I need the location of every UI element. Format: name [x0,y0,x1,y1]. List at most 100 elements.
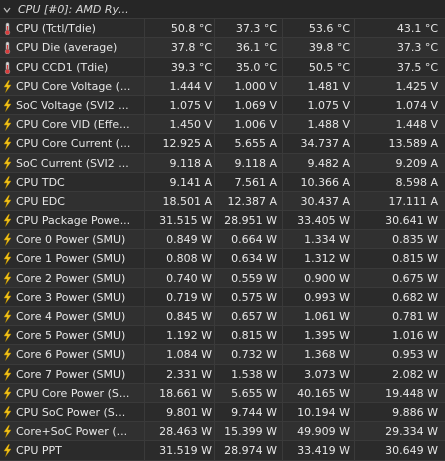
sensor-row[interactable]: Core 1 Power (SMU) 0.808 W 0.634 W 1.312 W 0… [0,249,445,269]
sensor-row[interactable]: CPU TDC 9.141 A 7.561 A 10.366 A 8.598 A [0,172,445,192]
column-divider [282,95,283,115]
lightning-icon [3,233,12,246]
minimum-value: 35.0 °C [235,60,277,74]
column-divider [144,268,145,287]
sensor-row[interactable]: Core 5 Power (SMU) 1.192 W 0.815 W 1.395 W 1… [0,326,445,346]
minimum-value: 0.815 W [231,329,277,343]
current-value: 1.192 W [166,329,212,343]
column-divider [214,38,215,57]
current-value: 1.444 V [169,79,212,93]
collapse-chevron-icon[interactable] [3,6,11,14]
current-value: 2.331 W [166,367,212,381]
sensor-table: CPU [#0]: AMD Ry... CPU (Tctl/Tdie) 50.8 … [0,0,445,461]
column-divider [282,383,283,402]
lightning-icon [3,99,12,112]
column-divider [282,57,283,76]
sensor-row[interactable]: CPU Core Current (... 12.925 A 5.655 A 34.7… [0,134,445,154]
current-value: 1.450 V [169,118,212,132]
minimum-value: 5.655 A [234,137,277,151]
column-divider [144,383,145,402]
sensor-row[interactable]: CPU (Tctl/Tdie) 50.8 °C 37.3 °C 53.6 °C 43.1… [0,19,445,39]
column-divider [144,38,145,57]
current-value: 1.075 V [169,98,212,112]
sensor-label: CPU Die (average) [16,41,118,55]
sensor-row[interactable]: CPU EDC 18.501 A 12.387 A 30.437 A 17.111 A [0,191,445,212]
column-divider [144,134,145,153]
sensor-row[interactable]: CPU SoC Power (S... 9.801 W 9.744 W 10.194 … [0,402,445,423]
column-divider [214,191,215,211]
column-divider [282,19,283,38]
minimum-value: 0.664 W [231,233,277,247]
maximum-value: 0.993 W [304,290,350,304]
sensor-row[interactable]: Core 6 Power (SMU) 1.084 W 0.732 W 1.368 W 0… [0,345,445,365]
minimum-value: 9.744 W [231,405,277,419]
sensor-label: CPU Core VID (Effe... [16,118,130,132]
minimum-value: 0.732 W [231,348,277,362]
maximum-value: 30.437 A [300,194,350,208]
column-divider [214,383,215,402]
column-divider [354,76,355,95]
current-value: 0.719 W [166,290,212,304]
sensor-row[interactable]: CPU Core Voltage (... 1.444 V 1.000 V 1.481… [0,76,445,96]
column-divider [282,153,283,172]
sensor-row[interactable]: Core 0 Power (SMU) 0.849 W 0.664 W 1.334 W 0… [0,230,445,250]
maximum-value: 10.194 W [297,405,350,419]
maximum-value: 9.482 A [307,156,350,170]
current-value: 0.808 W [166,252,212,266]
sensor-label: CPU Core Current (... [16,137,131,151]
column-divider [282,307,283,326]
column-divider [144,153,145,172]
maximum-value: 53.6 °C [308,22,350,36]
column-divider [354,364,355,383]
average-value: 37.5 °C [396,60,438,74]
sensor-row[interactable]: CPU Core Power (S... 18.661 W 5.655 W 40.16… [0,383,445,403]
sensor-row[interactable]: Core 7 Power (SMU) 2.331 W 1.538 W 3.073 W 2… [0,364,445,384]
column-divider [354,441,355,460]
average-value: 9.209 A [395,156,438,170]
sensor-row[interactable]: SoC Current (SVI2 ... 9.118 A 9.118 A 9.482… [0,153,445,173]
column-divider [214,211,215,230]
column-divider [354,249,355,268]
column-divider [354,230,355,249]
lightning-icon [3,80,12,93]
current-value: 0.845 W [166,310,212,323]
minimum-value: 9.118 A [234,156,277,170]
column-divider [282,364,283,383]
sensor-row[interactable]: Core+SoC Power (... 28.463 W 15.399 W 49.90… [0,422,445,442]
current-value: 39.3 °C [170,60,212,74]
column-divider [144,57,145,76]
column-divider [214,422,215,441]
lightning-icon [3,195,12,208]
maximum-value: 0.900 W [304,271,350,285]
sensor-row[interactable]: CPU Core VID (Effe... 1.450 V 1.006 V 1.488… [0,115,445,135]
column-divider [214,76,215,95]
sensor-row[interactable]: CPU CCD1 (Tdie) 39.3 °C 35.0 °C 50.5 °C 37.5… [0,57,445,77]
thermometer-icon [4,41,11,55]
sensor-group-header[interactable]: CPU [#0]: AMD Ry... [0,0,445,20]
maximum-value: 1.488 V [307,118,350,132]
column-divider [354,345,355,364]
sensor-row[interactable]: Core 3 Power (SMU) 0.719 W 0.575 W 0.993 W 0… [0,287,445,307]
minimum-value: 28.974 W [224,444,277,458]
maximum-value: 34.737 A [300,137,350,151]
minimum-value: 0.575 W [231,290,277,304]
column-divider [144,249,145,268]
average-value: 19.448 W [385,386,438,400]
sensor-row[interactable]: SoC Voltage (SVI2 ... 1.075 V 1.069 V 1.075… [0,95,445,116]
column-divider [214,287,215,306]
column-divider [214,230,215,249]
sensor-row[interactable]: Core 2 Power (SMU) 0.740 W 0.559 W 0.900 W 0… [0,268,445,288]
sensor-row[interactable]: CPU PPT 31.519 W 28.974 W 33.419 W 30.649 W [0,441,445,461]
sensor-row[interactable]: Core 4 Power (SMU) 0.845 W 0.657 W 1.061 W 0… [0,307,445,327]
average-value: 0.682 W [392,290,438,304]
column-divider [214,57,215,76]
average-value: 1.016 W [392,329,438,343]
current-value: 9.141 A [169,175,212,189]
minimum-value: 5.655 W [231,386,277,400]
lightning-icon [3,214,12,227]
sensor-row[interactable]: CPU Die (average) 37.8 °C 36.1 °C 39.8 °C 37… [0,38,445,58]
column-divider [144,287,145,306]
sensor-row[interactable]: CPU Package Powe... 31.515 W 28.951 W 33.40… [0,211,445,231]
maximum-value: 33.405 W [297,214,350,228]
sensor-label: SoC Current (SVI2 ... [16,156,129,170]
